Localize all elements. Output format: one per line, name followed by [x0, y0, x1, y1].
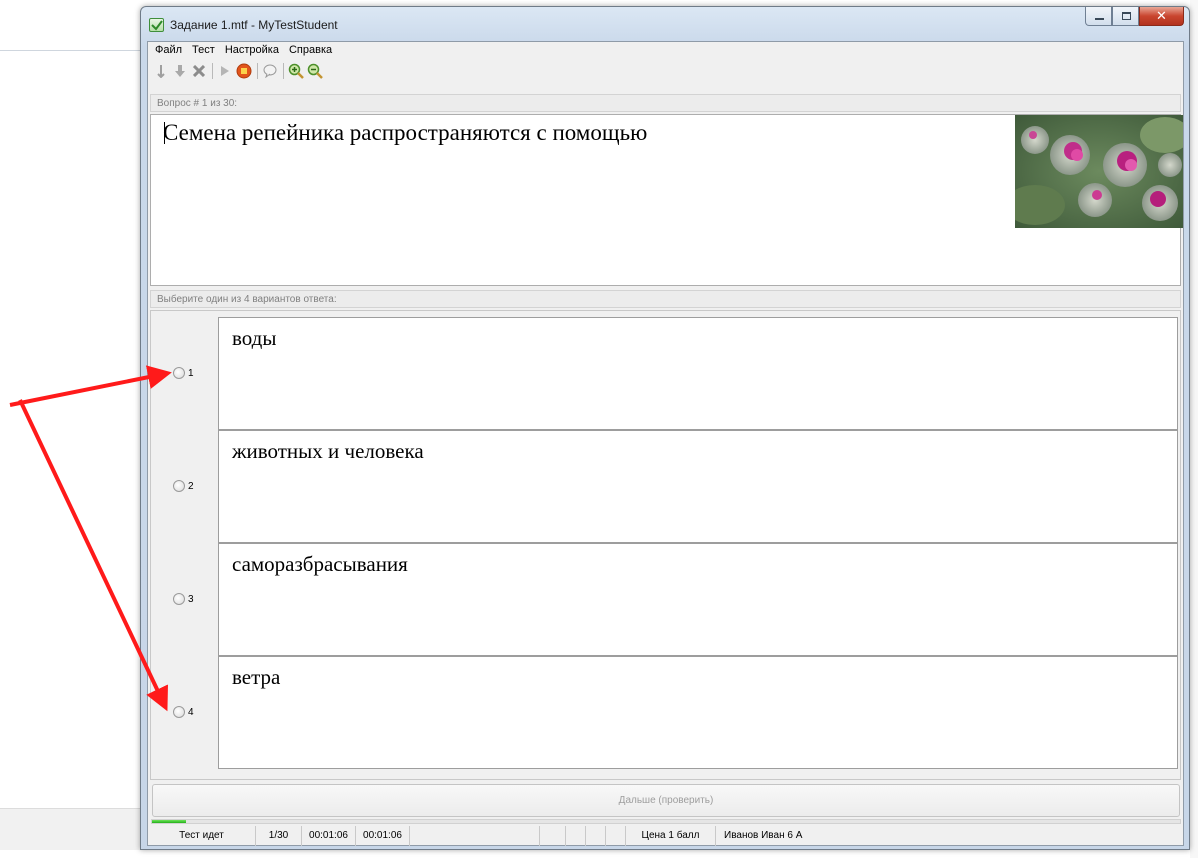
radio-button[interactable]	[173, 593, 185, 605]
radio-button[interactable]	[173, 706, 185, 718]
answer-text: саморазбрасывания	[232, 552, 408, 576]
answer-radio-3[interactable]: 3	[173, 593, 194, 605]
status-question-position: 1/30	[256, 826, 302, 846]
status-total-time: 00:01:06	[356, 826, 410, 846]
answer-text-panel[interactable]: животных и человека	[218, 430, 1178, 543]
question-text: Семена репейника распространяются с помо…	[163, 120, 648, 145]
move-down-icon[interactable]	[171, 62, 189, 80]
radio-button[interactable]	[173, 480, 185, 492]
answer-number: 4	[188, 706, 194, 718]
background-panel	[0, 808, 150, 850]
next-check-button[interactable]: Дальше (проверить)	[152, 784, 1180, 817]
answer-option: 2 животных и человека	[151, 430, 1180, 543]
status-price: Цена 1 балл	[626, 826, 716, 846]
toolbar-separator	[257, 63, 258, 79]
status-state: Тест идет	[148, 826, 256, 846]
delete-icon[interactable]	[190, 62, 208, 80]
status-student: Иванов Иван 6 А	[724, 830, 803, 841]
status-elapsed-time: 00:01:06	[302, 826, 356, 846]
menu-test[interactable]: Тест	[188, 42, 221, 60]
close-icon: ✕	[1156, 8, 1167, 23]
play-icon[interactable]	[216, 62, 234, 80]
window-title: Задание 1.mtf - MyTestStudent	[170, 18, 338, 32]
minimize-icon	[1095, 18, 1104, 20]
menu-file[interactable]: Файл	[151, 42, 188, 60]
answer-radio-1[interactable]: 1	[173, 367, 194, 379]
answer-radio-2[interactable]: 2	[173, 480, 194, 492]
answer-number: 2	[188, 480, 194, 492]
app-icon	[149, 18, 164, 32]
progress-fill	[152, 820, 186, 823]
answers-list: 1 воды 2 животных и человека 3 саморазбр…	[150, 310, 1181, 780]
window-controls: ✕	[1085, 7, 1184, 26]
maximize-icon	[1122, 12, 1131, 20]
answer-option: 4 ветра	[151, 656, 1180, 769]
move-up-icon[interactable]	[152, 62, 170, 80]
minimize-button[interactable]	[1085, 7, 1112, 26]
answer-text: ветра	[232, 665, 281, 689]
maximize-button[interactable]	[1112, 7, 1139, 26]
status-empty-cell	[586, 826, 606, 846]
client-area: Файл Тест Настройка Справка Вопрос # 1 и…	[147, 41, 1184, 846]
status-empty-cell	[410, 826, 540, 846]
answer-option: 3 саморазбрасывания	[151, 543, 1180, 656]
toolbar-separator	[212, 63, 213, 79]
background-strip	[1190, 0, 1198, 858]
status-empty-cell	[606, 826, 626, 846]
toolbar-separator	[283, 63, 284, 79]
answer-text: животных и человека	[232, 439, 424, 463]
answer-number: 3	[188, 593, 194, 605]
burdock-flower-image	[1015, 115, 1183, 228]
zoom-in-icon[interactable]	[287, 62, 305, 80]
answers-instruction: Выберите один из 4 вариантов ответа:	[150, 290, 1181, 308]
stop-icon[interactable]	[235, 62, 253, 80]
title-bar[interactable]: Задание 1.mtf - MyTestStudent ✕	[141, 7, 1189, 41]
question-number-header: Вопрос # 1 из 30:	[150, 94, 1181, 112]
menu-settings[interactable]: Настройка	[221, 42, 285, 60]
toolbar	[148, 60, 1183, 82]
answer-text-panel[interactable]: саморазбрасывания	[218, 543, 1178, 656]
menu-help[interactable]: Справка	[285, 42, 338, 60]
status-empty-cell	[566, 826, 586, 846]
radio-button[interactable]	[173, 367, 185, 379]
close-button[interactable]: ✕	[1139, 7, 1184, 26]
progress-bar	[151, 819, 1181, 824]
status-bar: Тест идет 1/30 00:01:06 00:01:06 Цена 1 …	[148, 826, 1183, 846]
app-window: Задание 1.mtf - MyTestStudent ✕ Файл Тес…	[140, 6, 1190, 850]
answer-option: 1 воды	[151, 317, 1180, 430]
question-panel: Семена репейника распространяются с помо…	[150, 114, 1183, 286]
answer-text: воды	[232, 326, 277, 350]
status-empty-cell	[540, 826, 566, 846]
answer-radio-4[interactable]: 4	[173, 706, 194, 718]
answer-number: 1	[188, 367, 194, 379]
answer-text-panel[interactable]: воды	[218, 317, 1178, 430]
comment-icon[interactable]	[261, 62, 279, 80]
menu-bar: Файл Тест Настройка Справка	[148, 42, 1183, 60]
answer-text-panel[interactable]: ветра	[218, 656, 1178, 769]
zoom-out-icon[interactable]	[306, 62, 324, 80]
background-divider	[0, 50, 140, 51]
